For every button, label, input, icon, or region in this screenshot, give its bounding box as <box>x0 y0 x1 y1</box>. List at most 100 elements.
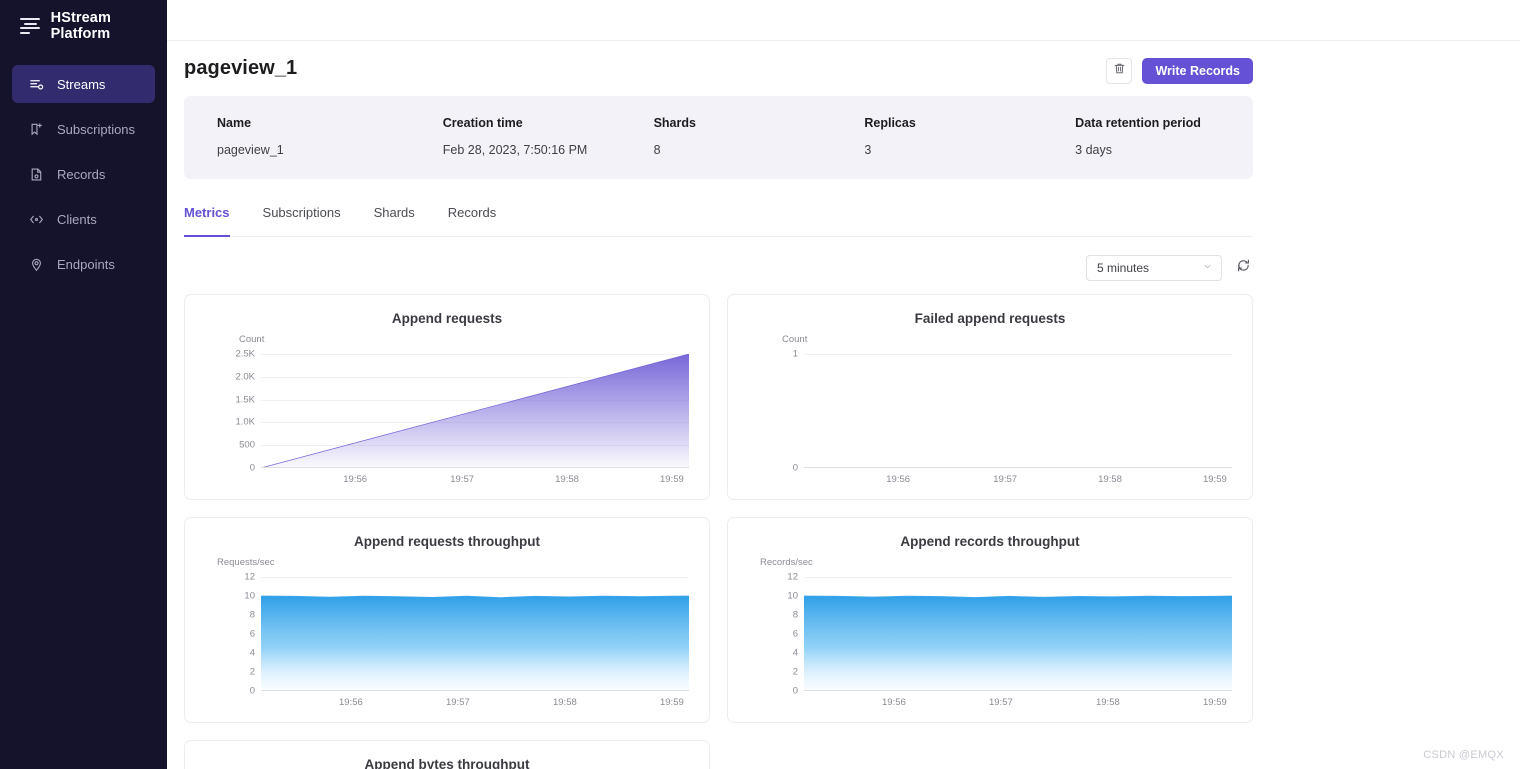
info-label: Replicas <box>864 116 1042 130</box>
app-root: HStream Platform Streams <box>0 0 1520 769</box>
sidebar-item-endpoints[interactable]: Endpoints <box>12 245 155 283</box>
sidebar-item-streams[interactable]: Streams <box>12 65 155 103</box>
y-tick: 2 <box>793 667 798 678</box>
chart-area: Count 0 1 19:56 19:57 <box>736 332 1244 492</box>
y-tick: 500 <box>239 440 255 451</box>
metrics-grid-row-2: Append requests throughput Requests/sec … <box>184 517 1253 723</box>
page-header: pageview_1 <box>167 41 1520 80</box>
info-label: Data retention period <box>1075 116 1253 130</box>
info-label: Creation time <box>443 116 621 130</box>
sidebar-item-label: Endpoints <box>57 257 115 272</box>
info-value: 3 <box>864 143 1042 157</box>
main-area: pageview_1 Write Records <box>167 0 1520 769</box>
info-value: 3 days <box>1075 143 1253 157</box>
page-content: pageview_1 Write Records <box>167 41 1520 769</box>
plot-region: 19:56 19:57 19:58 19:59 <box>261 354 689 468</box>
location-pin-icon <box>28 256 44 272</box>
stream-logo-icon <box>20 17 41 35</box>
info-value: pageview_1 <box>217 143 410 157</box>
x-tick: 19:58 <box>1096 697 1120 708</box>
trash-icon <box>1113 62 1126 80</box>
plot-region: 19:56 19:57 19:58 19:59 <box>261 577 689 691</box>
records-icon <box>28 166 44 182</box>
x-tick: 19:56 <box>343 474 367 485</box>
watermark: CSDN @EMQX <box>1423 749 1504 761</box>
x-tick: 19:58 <box>553 697 577 708</box>
info-cell-creation-time: Creation time Feb 28, 2023, 7:50:16 PM <box>410 116 621 157</box>
chart-card-append-requests-throughput: Append requests throughput Requests/sec … <box>184 517 710 723</box>
chart-series-failed-append-requests <box>804 354 1232 468</box>
tab-shards[interactable]: Shards <box>374 205 431 236</box>
chart-title: Append bytes throughput <box>193 757 701 769</box>
delete-stream-button[interactable] <box>1106 58 1132 84</box>
x-tick: 19:56 <box>886 474 910 485</box>
x-tick: 19:58 <box>555 474 579 485</box>
x-tick: 19:57 <box>993 474 1017 485</box>
sidebar-item-label: Subscriptions <box>57 122 135 137</box>
write-records-button[interactable]: Write Records <box>1142 58 1253 84</box>
chart-series-append-records-throughput <box>804 577 1232 691</box>
tab-metrics[interactable]: Metrics <box>184 205 246 236</box>
stream-info-panel: Name pageview_1 Creation time Feb 28, 20… <box>184 96 1253 179</box>
x-tick: 19:58 <box>1098 474 1122 485</box>
y-tick: 2.5K <box>235 349 255 360</box>
chart-card-append-requests: Append requests Count 0 500 1.0K 1.5K 2.… <box>184 294 710 500</box>
sidebar-item-label: Clients <box>57 212 97 227</box>
x-tick: 19:56 <box>882 697 906 708</box>
tab-subscriptions[interactable]: Subscriptions <box>263 205 357 236</box>
y-tick: 0 <box>793 463 798 474</box>
info-label: Name <box>217 116 410 130</box>
y-tick: 8 <box>793 610 798 621</box>
sidebar-item-subscriptions[interactable]: Subscriptions <box>12 110 155 148</box>
chart-title: Append requests throughput <box>193 534 701 549</box>
y-axis: 0 500 1.0K 1.5K 2.0K 2.5K <box>193 332 255 492</box>
x-tick: 19:59 <box>660 474 684 485</box>
y-tick: 2.0K <box>235 371 255 382</box>
sidebar-item-records[interactable]: Records <box>12 155 155 193</box>
chart-title: Append records throughput <box>736 534 1244 549</box>
sidebar: HStream Platform Streams <box>0 0 167 769</box>
bookmark-plus-icon <box>28 121 44 137</box>
time-range-value: 5 minutes <box>1097 261 1149 275</box>
plot-region: 19:56 19:57 19:58 19:59 <box>804 577 1232 691</box>
y-tick: 12 <box>787 572 798 583</box>
y-tick: 0 <box>793 686 798 697</box>
chart-title: Append requests <box>193 311 701 326</box>
y-tick: 0 <box>250 686 255 697</box>
y-tick: 0 <box>250 463 255 474</box>
y-tick: 10 <box>787 591 798 602</box>
chart-series-append-requests-throughput <box>261 577 689 691</box>
x-tick: 19:57 <box>450 474 474 485</box>
streams-icon <box>28 76 44 92</box>
sidebar-item-clients[interactable]: Clients <box>12 200 155 238</box>
x-tick: 19:59 <box>1203 697 1227 708</box>
y-axis: 0 2 4 6 8 10 12 <box>193 555 255 715</box>
chart-card-append-records-throughput: Append records throughput Records/sec 0 … <box>727 517 1253 723</box>
metrics-grid-row-1: Append requests Count 0 500 1.0K 1.5K 2.… <box>184 294 1253 500</box>
y-tick: 1 <box>793 349 798 360</box>
chart-series-append-requests <box>261 354 689 468</box>
metrics-grid-row-3: Append bytes throughput <box>184 740 1253 769</box>
y-tick: 10 <box>244 591 255 602</box>
time-range-select[interactable]: 5 minutes <box>1086 255 1222 281</box>
y-tick: 4 <box>250 648 255 659</box>
top-bar <box>167 0 1520 41</box>
sidebar-nav: Streams Subscriptions <box>0 65 167 283</box>
brand-name: HStream Platform <box>51 10 167 42</box>
chevron-down-icon <box>1202 261 1213 275</box>
y-tick: 6 <box>793 629 798 640</box>
refresh-button[interactable] <box>1233 258 1253 278</box>
header-actions: Write Records <box>1106 58 1253 84</box>
info-value: Feb 28, 2023, 7:50:16 PM <box>443 143 621 157</box>
y-tick: 12 <box>244 572 255 583</box>
y-tick: 2 <box>250 667 255 678</box>
x-tick: 19:57 <box>989 697 1013 708</box>
sidebar-item-label: Records <box>57 167 105 182</box>
info-cell-retention: Data retention period 3 days <box>1042 116 1253 157</box>
y-tick: 1.0K <box>235 417 255 428</box>
y-tick: 4 <box>793 648 798 659</box>
info-cell-name: Name pageview_1 <box>184 116 410 157</box>
brand: HStream Platform <box>0 0 167 42</box>
page-title: pageview_1 <box>184 57 297 80</box>
tab-records[interactable]: Records <box>448 205 512 236</box>
